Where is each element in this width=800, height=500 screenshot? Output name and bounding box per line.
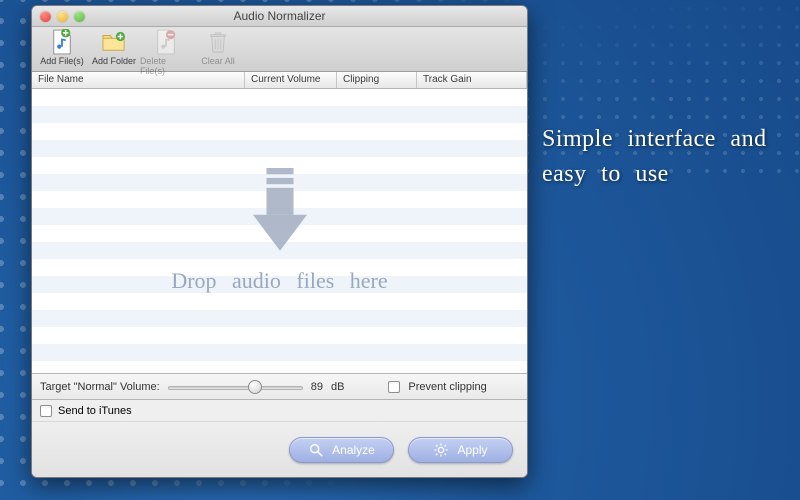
- send-itunes-checkbox[interactable]: [40, 405, 52, 417]
- add-folder-button[interactable]: Add Folder: [88, 29, 140, 66]
- toolbar: Add File(s) Add Folder Delete File(s) Cl…: [32, 27, 527, 72]
- apply-label: Apply: [457, 443, 487, 457]
- target-volume-unit: dB: [331, 381, 344, 393]
- target-volume-value: 89: [311, 381, 323, 393]
- col-current-volume[interactable]: Current Volume: [245, 72, 337, 88]
- col-file-name[interactable]: File Name: [32, 72, 245, 88]
- app-window: Audio Normalizer Add File(s) Add Folder …: [31, 5, 528, 478]
- toolbar-label: Add File(s): [40, 56, 84, 66]
- clear-all-button: Clear All: [192, 29, 244, 66]
- drop-text: Drop audio files here: [171, 268, 387, 294]
- titlebar: Audio Normalizer: [32, 6, 527, 27]
- target-volume-label: Target "Normal" Volume:: [40, 381, 160, 393]
- col-clipping[interactable]: Clipping: [337, 72, 417, 88]
- gear-icon: [433, 442, 449, 458]
- window-title: Audio Normalizer: [32, 9, 527, 23]
- add-file-icon: [48, 29, 76, 55]
- toolbar-label: Delete File(s): [140, 56, 192, 76]
- col-track-gain[interactable]: Track Gain: [417, 72, 527, 88]
- toolbar-label: Clear All: [201, 56, 235, 66]
- drop-area[interactable]: Drop audio files here: [32, 89, 527, 374]
- delete-file-icon: [152, 29, 180, 55]
- promo-text: Simple interface and easy to use: [542, 122, 772, 192]
- add-folder-icon: [100, 29, 128, 55]
- analyze-button[interactable]: Analyze: [289, 437, 394, 463]
- analyze-label: Analyze: [332, 443, 375, 457]
- target-volume-slider[interactable]: [168, 380, 303, 394]
- send-itunes-row: Send to iTunes: [32, 400, 527, 422]
- trash-icon: [204, 29, 232, 55]
- magnifier-icon: [308, 442, 324, 458]
- drop-arrow-icon: [245, 168, 315, 258]
- column-headers: File Name Current Volume Clipping Track …: [32, 72, 527, 89]
- add-files-button[interactable]: Add File(s): [36, 29, 88, 66]
- toolbar-label: Add Folder: [92, 56, 136, 66]
- prevent-clipping-checkbox[interactable]: [388, 381, 400, 393]
- target-volume-row: Target "Normal" Volume: 89 dB Prevent cl…: [32, 374, 527, 400]
- prevent-clipping-label: Prevent clipping: [408, 381, 486, 393]
- footer: Analyze Apply: [32, 422, 527, 477]
- delete-files-button: Delete File(s): [140, 29, 192, 76]
- apply-button[interactable]: Apply: [408, 437, 513, 463]
- send-itunes-label: Send to iTunes: [58, 405, 132, 417]
